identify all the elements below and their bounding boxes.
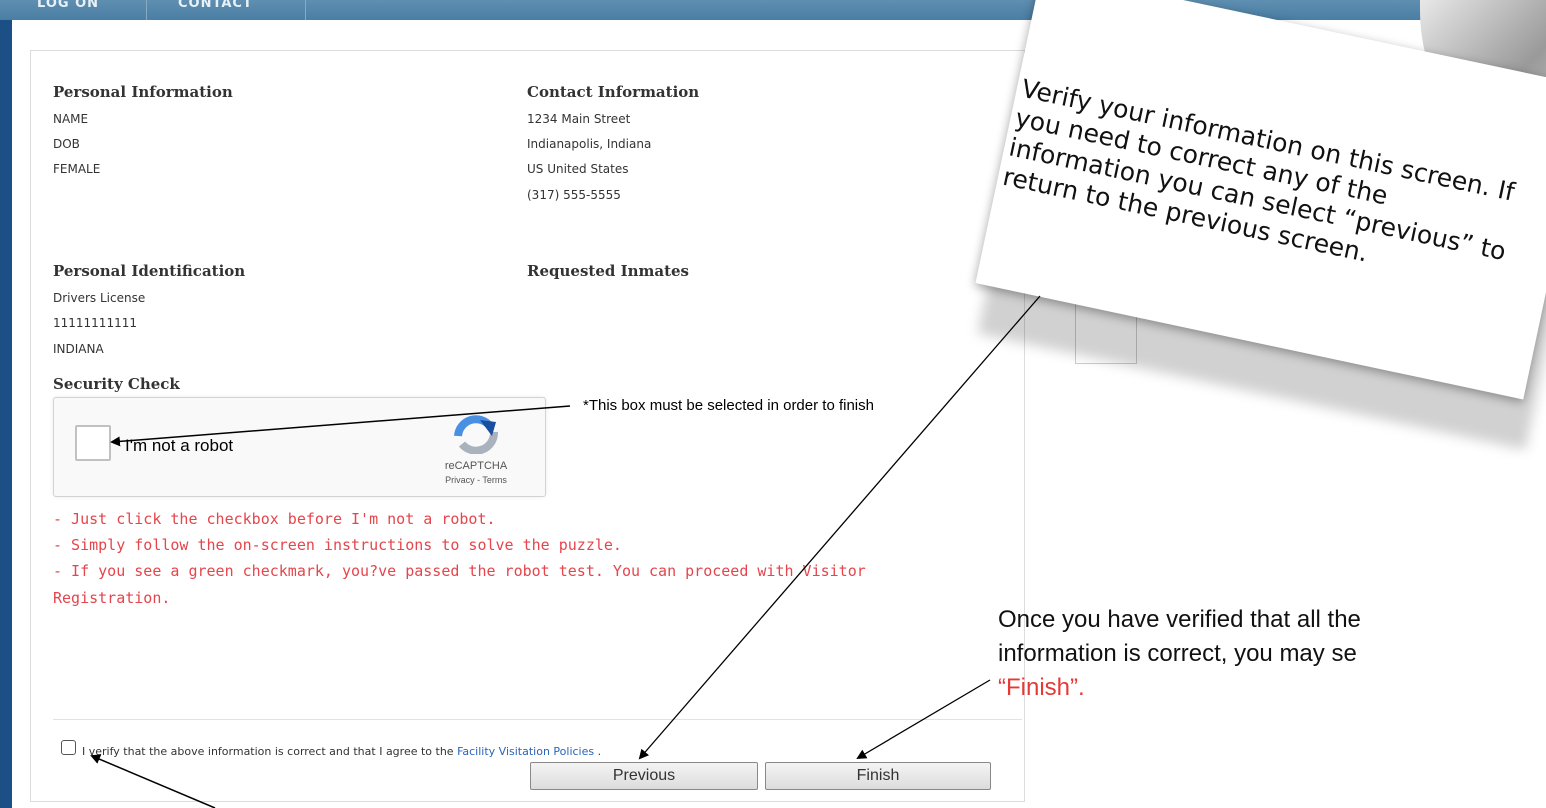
arrow-to-finish bbox=[856, 679, 991, 760]
arrow-to-recaptcha bbox=[110, 405, 571, 447]
arrow-to-verify-checkbox bbox=[90, 754, 216, 808]
arrow-to-previous bbox=[638, 295, 1041, 760]
annotation-arrows bbox=[90, 295, 1041, 808]
